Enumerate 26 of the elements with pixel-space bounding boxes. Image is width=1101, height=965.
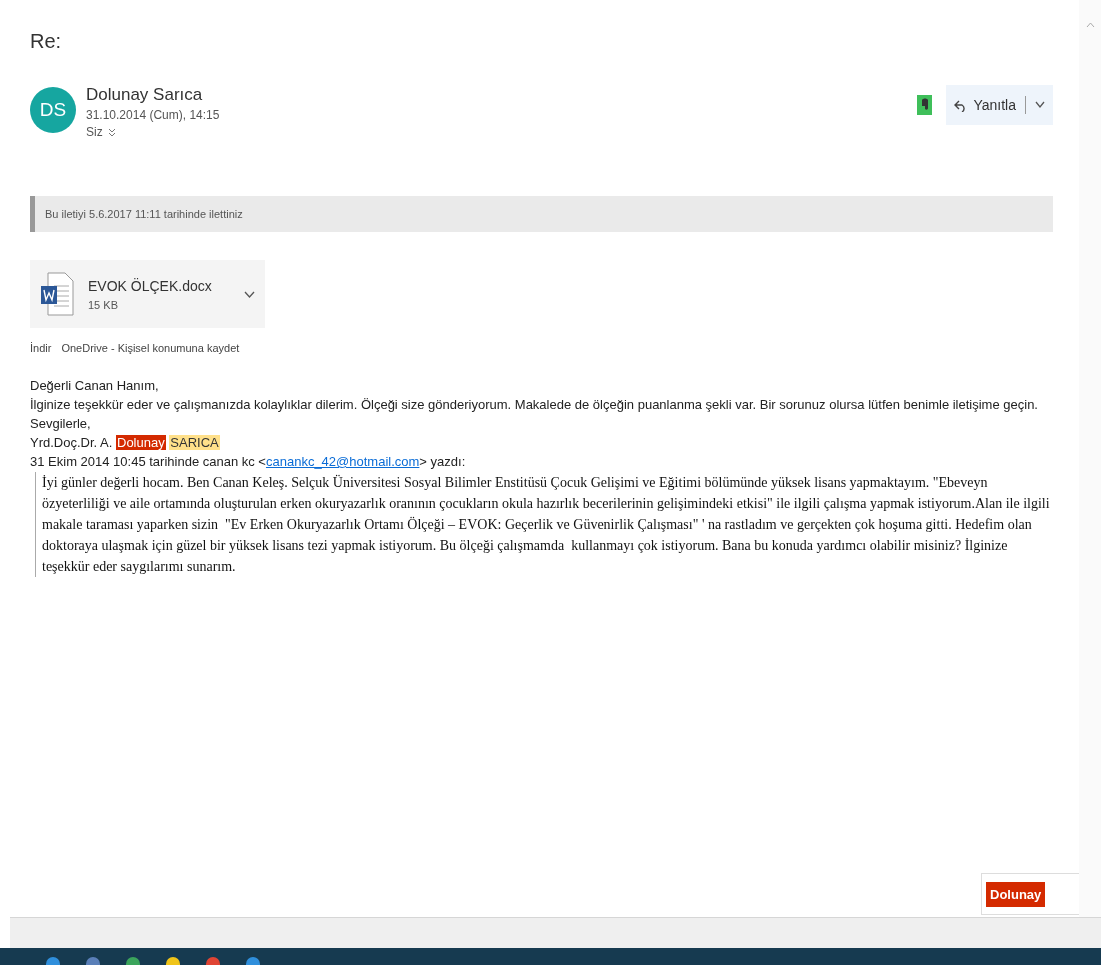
email-link[interactable]: canankc_42@hotmail.com <box>265 454 420 469</box>
sent-date: 31.10.2014 (Cum), 14:15 <box>86 108 220 122</box>
greeting: Değerli Canan Hanım, <box>30 377 160 395</box>
forward-notice: Bu iletiyi 5.6.2017 11:11 tarihinde ilettiniz <box>30 196 1053 232</box>
sender-name: Dolunay Sarıca <box>86 85 204 105</box>
name-tag: Dolunay <box>986 881 1046 907</box>
attachment-size: 15 KB <box>88 298 119 311</box>
quote-header: 31 Ekim 2014 10:45 tarihinde canan kc <canankc_42@hotmail.com> yazdı: <box>30 453 467 471</box>
attachment-action-link[interactable]: İndir <box>30 342 52 354</box>
message-paragraph: İlginize teşekkür eder ve çalışmanızda kolaylıklar dilerim. Ölçeği size gönderiyorum. Makalede de ölçeğin puanlanma şekli var. Bir sorunuz olursa lütfen benimle iletişime geçin. <box>30 396 1039 414</box>
attachment-card[interactable]: EVOK ÖLÇEK.docx 15 KB <box>30 260 265 328</box>
attachment-action-link[interactable]: OneDrive - Kişisel konumuna kaydet <box>61 342 240 354</box>
attachment-name: EVOK ÖLÇEK.docx <box>88 277 213 294</box>
sender-avatar: DS <box>30 87 76 133</box>
caret-icon[interactable] <box>1035 101 1045 109</box>
signature: Yrd.Doç.Dr. A. Dolunay SARICA <box>30 434 221 452</box>
reply-button[interactable]: Yanıtla <box>946 85 1053 125</box>
scrollbar[interactable] <box>1079 0 1101 917</box>
reply-arrow-icon <box>954 98 968 112</box>
quoted-message: İyi günler değerli hocam. Ben Canan Keleş. Selçuk Üniversitesi Sosyal Bilimler Enstitüsü Çocuk Gelişimi ve Eğitimi bölümünde yüksek lisans yapmaktayım. "Ebeveyn özyeterliliği ve aile ortamında oluşturulan erken okuryazarlık oranının çocukların okula hazırlık becerilerinin gelişimindeki etkisi" ile ilgili çalışma yapmak istiyorum.Alan ile ilgili makale taraması yaparken sizin "Ev Erken Okuryazarlık Ortamı Ölçeği – EVOK: Geçerlik ve Güvenirlik Çalışması" ' na rastladım ve gerçekten çok hoşuma gitti. Hedefim olan doktoraya ulaşmak için güzel bir yüksek lisans tezi yapmak istiyorum. Bu ölçeği çalışmamda kullanmayı çok istiyorum. Bana bu konuda yardımcı olabilir misiniz? İlginize teşekkür eder saygılarımı sunarım. <box>35 472 1053 577</box>
closing: Sevgilerle, <box>30 415 92 433</box>
message-subject: Re: <box>30 30 63 53</box>
expand-icon[interactable] <box>107 127 116 137</box>
word-document-icon <box>40 272 74 316</box>
recipients: Siz <box>86 125 103 139</box>
chevron-down-icon[interactable] <box>244 290 255 298</box>
